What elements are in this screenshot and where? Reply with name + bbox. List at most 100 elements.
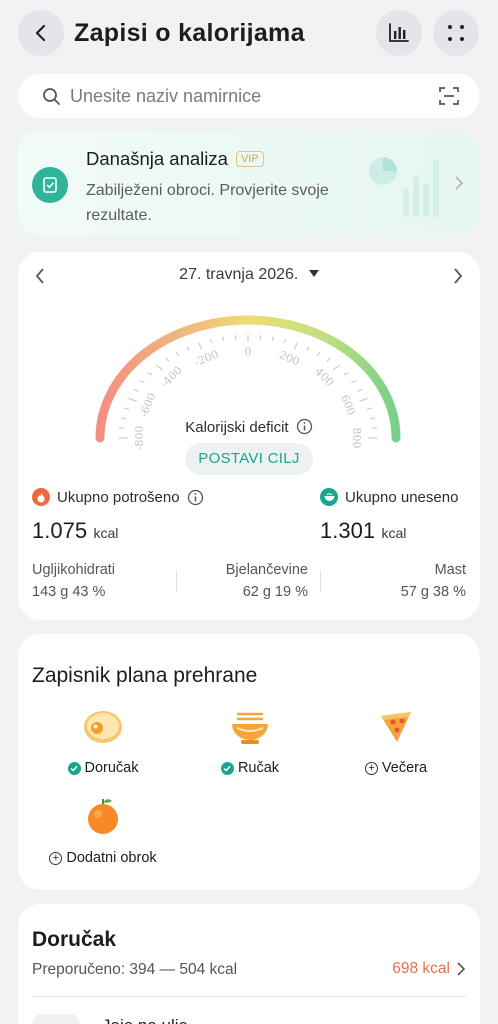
- gauge-tick-label: -200: [193, 348, 221, 369]
- divider: [320, 570, 321, 592]
- gauge-tick: [351, 380, 357, 384]
- logged-check-icon: [67, 761, 81, 775]
- burned-info-icon[interactable]: [187, 489, 204, 506]
- breakfast-recommended: Preporučeno: 394 — 504 kcal: [32, 961, 238, 978]
- gauge-label: Kalorijski deficit: [185, 419, 289, 436]
- meal-breakfast[interactable]: Doručak: [43, 708, 163, 776]
- next-day-button[interactable]: [452, 267, 464, 285]
- info-icon[interactable]: [296, 418, 313, 435]
- checklist-icon: [32, 167, 68, 203]
- set-goal-button[interactable]: POSTAVI CILJ: [185, 443, 313, 475]
- gauge-tick-label: 400: [313, 365, 337, 389]
- macro-carbs: Ugljikohidrati 143 g 43 %: [32, 562, 115, 600]
- meal-plan-title: Zapisnik plana prehrane: [32, 664, 258, 687]
- gauge-tick: [366, 407, 373, 410]
- search-bar[interactable]: Unesite naziv namirnice: [18, 74, 480, 118]
- divider: [32, 996, 466, 997]
- scan-icon[interactable]: [438, 85, 460, 107]
- meal-label: Doručak: [84, 760, 139, 776]
- meal-dinner[interactable]: + Večera: [336, 708, 456, 776]
- page-title: Zapisi o kalorijama: [74, 19, 305, 47]
- macro-value: 143 g 43 %: [32, 584, 106, 600]
- analysis-title: Današnja analiza: [86, 148, 228, 169]
- intake-unit: kcal: [381, 525, 407, 541]
- breakfast-title: Doručak: [32, 928, 117, 951]
- gauge-tick: [332, 364, 341, 371]
- gauge-tick: [209, 338, 213, 344]
- breakfast-total: 698 kcal: [392, 960, 450, 977]
- gauge-tick: [197, 342, 203, 350]
- chevron-right-icon: [455, 176, 464, 190]
- caret-down-icon: [308, 270, 319, 277]
- gauge-tick: [222, 336, 225, 341]
- flame-icon: [32, 488, 50, 506]
- chevron-left-icon: [35, 24, 46, 42]
- noodle-bowl-icon: [232, 712, 268, 744]
- gauge-tick: [316, 351, 321, 357]
- daily-summary-card: 27. travnja 2026. -800 -600 -400 -200 0 200 40…: [18, 252, 480, 620]
- gauge-tick: [128, 397, 137, 402]
- gauge-tick: [175, 351, 180, 357]
- macro-value: 57 g 38 %: [400, 584, 466, 600]
- macro-name: Mast: [434, 562, 466, 578]
- gauge-tick: [234, 335, 237, 340]
- gauge-tick: [306, 346, 310, 351]
- food-thumbnail: [32, 1014, 80, 1024]
- vip-badge: VIP: [235, 151, 264, 167]
- gauge-tick: [123, 407, 130, 410]
- gauge-tick-label: 0: [245, 345, 252, 358]
- gauge-tick: [271, 336, 274, 341]
- analysis-chart-illustration: [369, 157, 439, 217]
- gauge-tick: [326, 357, 331, 362]
- intake-value: 1.301: [320, 518, 376, 543]
- pizza-slice-icon: [381, 712, 411, 742]
- date-selector[interactable]: 27. travnja 2026.: [18, 266, 480, 284]
- meal-snack[interactable]: + Dodatni obrok: [43, 796, 163, 866]
- gauge-tick: [165, 357, 170, 362]
- search-input[interactable]: Unesite naziv namirnice: [70, 86, 261, 107]
- back-button[interactable]: [18, 10, 64, 56]
- gauge-tick: [133, 388, 139, 392]
- macro-name: Bjelančevine: [225, 562, 308, 578]
- gauge-tick: [283, 338, 287, 344]
- more-options-button[interactable]: [433, 10, 479, 56]
- intake-label: Ukupno uneseno: [345, 488, 459, 506]
- gauge-tick: [259, 335, 262, 340]
- search-icon: [43, 88, 60, 105]
- gauge-tick-label: -600: [137, 391, 158, 419]
- gauge-tick-label: -400: [158, 364, 185, 391]
- add-icon: +: [364, 761, 378, 775]
- gauge-tick: [155, 364, 164, 371]
- statistics-button[interactable]: [376, 10, 422, 56]
- food-item-name: Jaje na ulje: [102, 1016, 188, 1024]
- gauge-tick: [343, 371, 349, 376]
- macro-protein: Bjelančevine 62 g 19 %: [190, 562, 308, 600]
- meal-label: Večera: [381, 760, 428, 776]
- chevron-right-icon: [457, 962, 466, 976]
- egg-icon: [84, 711, 122, 743]
- meal-lunch[interactable]: Ručak: [190, 708, 310, 776]
- divider: [176, 570, 177, 592]
- macro-name: Ugljikohidrati: [32, 562, 116, 578]
- burned-label: Ukupno potrošeno: [57, 488, 180, 506]
- gauge-tick: [359, 397, 368, 402]
- burned-value: 1.075: [32, 518, 88, 543]
- macro-fat: Mast 57 g 38 %: [401, 562, 466, 600]
- gauge-tick: [139, 380, 145, 384]
- gauge-tick: [147, 371, 153, 376]
- add-icon: +: [49, 851, 63, 865]
- date-label: 27. travnja 2026.: [179, 266, 299, 283]
- logged-check-icon: [220, 761, 234, 775]
- gauge-tick: [186, 346, 190, 351]
- gauge-tick: [357, 388, 363, 392]
- gauge-tick-label: 200: [277, 348, 301, 368]
- todays-analysis-card[interactable]: Današnja analiza VIP Zabilježeni obroci. …: [18, 131, 480, 236]
- meal-label: Dodatni obrok: [66, 850, 157, 866]
- bar-chart-icon: [389, 23, 409, 42]
- burned-unit: kcal: [93, 525, 119, 541]
- meal-plan-card: Zapisnik plana prehrane Doručak Ručak + …: [18, 634, 480, 890]
- analysis-description-line-2: rezultate.: [86, 207, 152, 224]
- meal-label: Ručak: [237, 760, 280, 776]
- gauge-tick-label: 600: [338, 393, 358, 417]
- breakfast-card[interactable]: Doručak Preporučeno: 394 — 504 kcal 698 …: [18, 904, 480, 1024]
